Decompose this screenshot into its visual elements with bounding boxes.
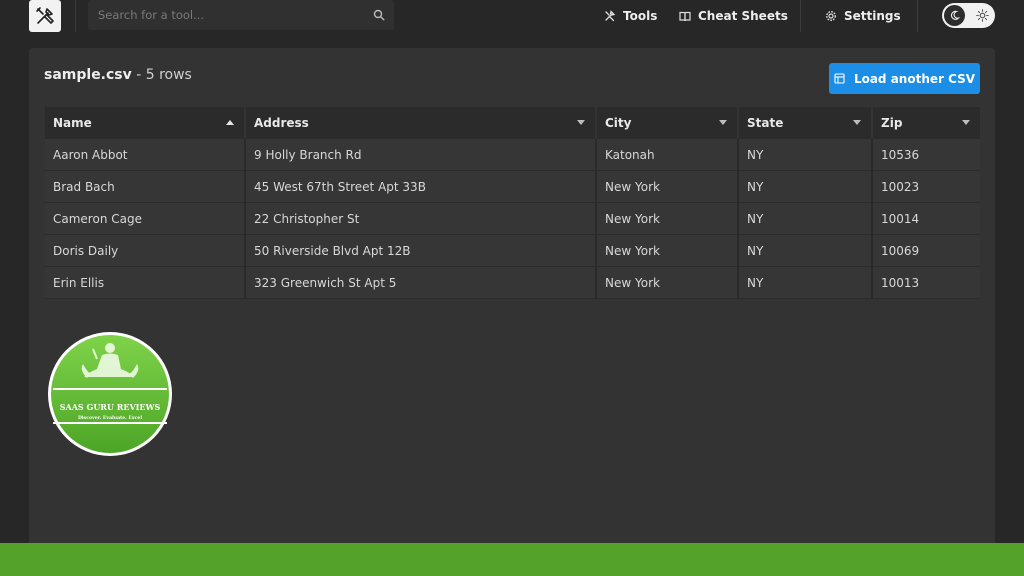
cell-address: 323 Greenwich St Apt 5 (246, 267, 597, 299)
table-row[interactable]: Doris Daily 50 Riverside Blvd Apt 12B Ne… (45, 235, 980, 267)
moon-icon (950, 10, 960, 20)
nav-settings[interactable]: Settings (825, 0, 901, 32)
column-menu-icon[interactable] (719, 120, 727, 125)
nav-tools[interactable]: Tools (604, 0, 657, 32)
nav-cheat-sheets-label: Cheat Sheets (698, 9, 788, 23)
top-bar: Tools Cheat Sheets Settings (0, 0, 1024, 32)
load-another-csv-button[interactable]: Load another CSV (829, 63, 980, 94)
table-header: Name Address City State Zip (45, 107, 980, 139)
cell-name: Erin Ellis (45, 267, 246, 299)
search-icon[interactable] (373, 9, 385, 21)
tools-icon (36, 7, 54, 24)
cell-state: NY (739, 171, 873, 203)
table-row[interactable]: Aaron Abbot 9 Holly Branch Rd Katonah NY… (45, 139, 980, 171)
column-header-state[interactable]: State (739, 107, 873, 139)
theme-toggle[interactable] (942, 3, 995, 28)
table-icon (834, 73, 845, 84)
cell-city: New York (597, 235, 739, 267)
logo[interactable] (29, 0, 61, 32)
cell-city: Katonah (597, 139, 739, 171)
badge-title: SAAS GURU REVIEWS (60, 402, 161, 412)
column-header-zip[interactable]: Zip (873, 107, 980, 139)
cell-zip: 10023 (881, 180, 920, 194)
column-header-city[interactable]: City (597, 107, 739, 139)
sun-icon (976, 9, 989, 22)
table-body: Aaron Abbot 9 Holly Branch Rd Katonah NY… (45, 139, 980, 299)
cell-address: 50 Riverside Blvd Apt 12B (246, 235, 597, 267)
cell-zip: 10536 (881, 148, 920, 162)
cell-address: 9 Holly Branch Rd (246, 139, 597, 171)
cell-state: NY (739, 203, 873, 235)
nav-settings-label: Settings (844, 9, 901, 23)
table-row[interactable]: Cameron Cage 22 Christopher St New York … (45, 203, 980, 235)
csv-card: sample.csv - 5 rows Load another CSV Nam… (29, 48, 995, 548)
table-row[interactable]: Brad Bach 45 West 67th Street Apt 33B Ne… (45, 171, 980, 203)
cell-state: NY (739, 267, 873, 299)
cell-zip: 10069 (881, 244, 920, 258)
saas-guru-reviews-badge: SAAS GURU REVIEWS Discover. Evaluate. Ex… (48, 332, 172, 456)
cell-name: Aaron Abbot (45, 139, 246, 171)
search-input[interactable] (88, 0, 358, 30)
column-menu-icon[interactable] (853, 120, 861, 125)
column-header-name[interactable]: Name (45, 107, 246, 139)
cell-state: NY (739, 139, 873, 171)
gear-icon (825, 10, 837, 22)
cell-name: Brad Bach (45, 171, 246, 203)
tools-icon (605, 10, 616, 22)
column-menu-icon[interactable] (577, 120, 585, 125)
search-box[interactable] (88, 0, 394, 30)
file-title: sample.csv - 5 rows (44, 67, 192, 83)
toggle-knob (944, 5, 965, 26)
badge-tagline: Discover. Evaluate. Excel (78, 415, 142, 421)
column-menu-icon[interactable] (962, 120, 970, 125)
cell-zip: 10013 (881, 276, 920, 290)
cell-name: Cameron Cage (45, 203, 246, 235)
file-name: sample.csv (44, 67, 132, 83)
sort-ascending-icon[interactable] (226, 120, 234, 125)
cell-address: 45 West 67th Street Apt 33B (246, 171, 597, 203)
nav-tools-label: Tools (623, 9, 658, 23)
csv-table: Name Address City State Zip Aaron Abbot … (45, 107, 980, 299)
cell-city: New York (597, 267, 739, 299)
table-row[interactable]: Erin Ellis 323 Greenwich St Apt 5 New Yo… (45, 267, 980, 299)
divider (800, 0, 801, 32)
cell-state: NY (739, 235, 873, 267)
divider (917, 0, 918, 32)
book-icon (679, 11, 691, 21)
load-another-csv-label: Load another CSV (853, 71, 976, 86)
column-header-address[interactable]: Address (246, 107, 597, 139)
cell-zip: 10014 (881, 212, 920, 226)
cell-city: New York (597, 203, 739, 235)
footer-bar (0, 543, 1024, 576)
cell-name: Doris Daily (45, 235, 246, 267)
nav-cheat-sheets[interactable]: Cheat Sheets (679, 0, 788, 32)
cell-city: New York (597, 171, 739, 203)
divider (75, 0, 76, 32)
cell-address: 22 Christopher St (246, 203, 597, 235)
row-count: - 5 rows (131, 67, 192, 83)
